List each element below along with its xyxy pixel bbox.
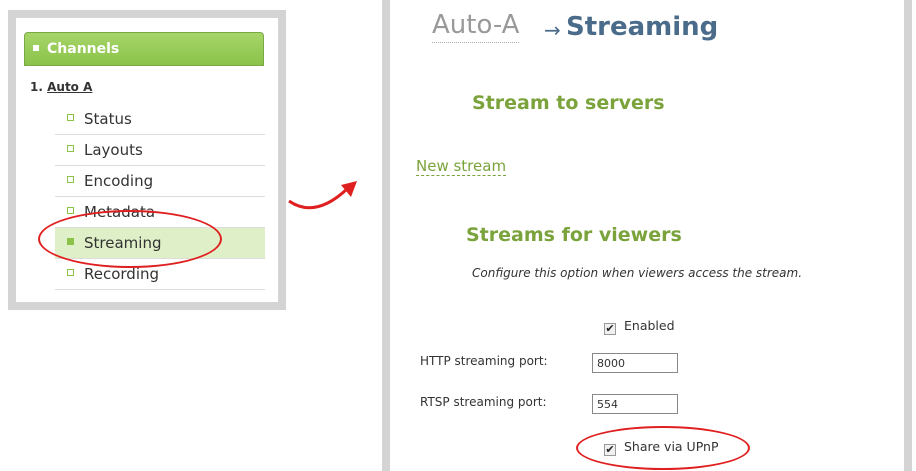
channels-header-label: Channels <box>47 41 120 57</box>
menu-item-label: Status <box>84 110 132 128</box>
arrow-right-icon: → <box>544 18 561 42</box>
http-port-label: HTTP streaming port: <box>420 354 548 368</box>
enabled-row: ✔ Enabled <box>604 318 675 335</box>
rtsp-port-input[interactable] <box>592 394 678 414</box>
menu-item-status[interactable]: Status <box>55 104 265 135</box>
menu-item-label: Layouts <box>84 141 143 159</box>
highlight-circle <box>38 210 222 268</box>
bullet-icon <box>67 207 74 214</box>
channel-title: 1. Auto A <box>30 80 92 94</box>
rtsp-port-label: RTSP streaming port: <box>420 395 547 409</box>
stream-to-servers-heading: Stream to servers <box>472 92 665 114</box>
enabled-checkbox[interactable]: ✔ <box>604 323 616 335</box>
help-note: Configure this option when viewers acces… <box>472 266 803 280</box>
new-stream-link[interactable]: New stream <box>416 157 507 176</box>
enabled-label: Enabled <box>624 318 675 333</box>
page-title: Streaming <box>566 12 719 42</box>
menu-item-layouts[interactable]: Layouts <box>55 135 265 166</box>
channels-header[interactable]: Channels <box>24 32 264 66</box>
breadcrumb[interactable]: Auto-A <box>432 10 520 43</box>
channel-number: 1. <box>30 80 43 94</box>
menu-item-label: Encoding <box>84 172 154 190</box>
streaming-panel: Auto-A → Streaming Stream to servers New… <box>390 0 904 471</box>
http-port-input[interactable] <box>592 353 678 373</box>
bullet-icon <box>67 176 74 183</box>
bullet-icon <box>67 269 74 276</box>
bullet-icon <box>67 114 74 121</box>
highlight-circle <box>576 426 750 470</box>
streams-for-viewers-heading: Streams for viewers <box>466 224 682 246</box>
square-icon <box>33 45 39 51</box>
bullet-icon <box>67 145 74 152</box>
streaming-panel-frame: Auto-A → Streaming Stream to servers New… <box>382 0 912 471</box>
curved-arrow-icon <box>288 181 357 210</box>
channel-name-link[interactable]: Auto A <box>47 80 92 94</box>
menu-item-encoding[interactable]: Encoding <box>55 166 265 197</box>
